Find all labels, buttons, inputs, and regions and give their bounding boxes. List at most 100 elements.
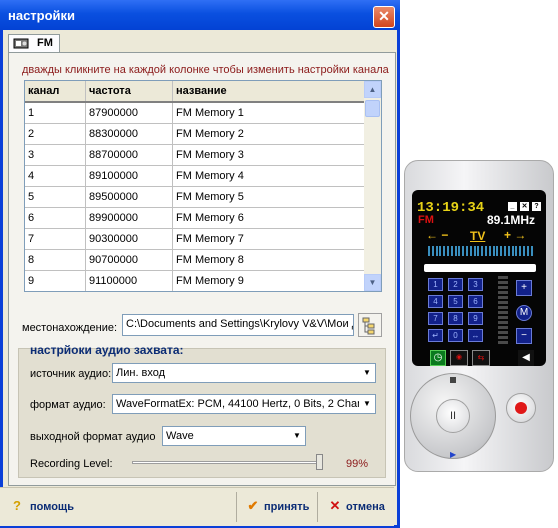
dropdown-arrow-icon[interactable]: ▼: [359, 395, 375, 413]
checkmark-icon: ✔: [247, 498, 259, 513]
cancel-button[interactable]: ✕ отмена: [318, 488, 394, 526]
dropdown-arrow-icon[interactable]: ▼: [289, 427, 305, 445]
table-cell[interactable]: 89900000: [85, 207, 173, 229]
table-cell[interactable]: FM Memory 8: [172, 249, 365, 271]
close-button[interactable]: ✕: [373, 6, 395, 28]
close-icon[interactable]: ✕: [520, 202, 529, 211]
location-field[interactable]: C:\Documents and Settings\Krylovy V&V\Мо…: [122, 314, 354, 336]
keypad-key[interactable]: 3: [468, 278, 483, 291]
column-header[interactable]: название: [172, 81, 365, 103]
table-cell[interactable]: FM Memory 6: [172, 207, 365, 229]
table-cell[interactable]: FM Memory 1: [172, 102, 365, 124]
keypad-key[interactable]: 6: [468, 295, 483, 308]
seek-down-button[interactable]: ← −: [426, 228, 448, 242]
table-row[interactable]: 6 89900000 FM Memory 6: [25, 207, 365, 229]
scroll-up-button[interactable]: ▲: [364, 81, 381, 98]
slider-thumb[interactable]: [316, 454, 324, 470]
window-title: настройки: [8, 8, 76, 23]
table-cell[interactable]: 6: [25, 207, 86, 229]
record-schedule-icon[interactable]: ◉: [450, 350, 468, 366]
table-cell[interactable]: FM Memory 2: [172, 123, 365, 145]
table-cell[interactable]: 5: [25, 186, 86, 208]
keypad-key[interactable]: 5: [448, 295, 463, 308]
table-row[interactable]: 9 91100000 FM Memory 9: [25, 270, 365, 291]
tuning-bar[interactable]: [424, 264, 536, 272]
scroll-down-button[interactable]: ▼: [364, 274, 381, 291]
table-scrollbar[interactable]: ▲ ▼: [364, 81, 381, 291]
keypad-key[interactable]: 0: [448, 329, 463, 342]
keypad-key[interactable]: 9: [468, 312, 483, 325]
source-label: источник аудио:: [30, 368, 112, 380]
keypad-key[interactable]: ↔: [468, 329, 483, 342]
table-cell[interactable]: 2: [25, 123, 86, 145]
tv-button[interactable]: TV: [470, 229, 485, 243]
table-cell[interactable]: FM Memory 7: [172, 228, 365, 250]
table-cell[interactable]: FM Memory 5: [172, 186, 365, 208]
keypad-key[interactable]: 7: [428, 312, 443, 325]
keypad-key[interactable]: 8: [448, 312, 463, 325]
dropdown-arrow-icon[interactable]: ▼: [359, 364, 375, 382]
help-button[interactable]: ? помощь: [0, 488, 90, 526]
meter-tick: [488, 246, 491, 256]
table-row[interactable]: 4 89100000 FM Memory 4: [25, 165, 365, 187]
table-row[interactable]: 5 89500000 FM Memory 5: [25, 186, 365, 208]
meter-tick: [530, 246, 533, 256]
table-row[interactable]: 7 90300000 FM Memory 7: [25, 228, 365, 250]
keypad-key[interactable]: 2: [448, 278, 463, 291]
table-cell[interactable]: 3: [25, 144, 86, 166]
table-cell[interactable]: 88300000: [85, 123, 173, 145]
table-cell[interactable]: 9: [25, 270, 86, 291]
column-header[interactable]: частота: [85, 81, 173, 103]
play-icon[interactable]: ▶: [450, 450, 456, 459]
volume-down-button[interactable]: −: [516, 328, 532, 344]
seek-up-button[interactable]: + →: [504, 228, 526, 242]
table-cell[interactable]: 7: [25, 228, 86, 250]
keypad-key[interactable]: 4: [428, 295, 443, 308]
accept-button[interactable]: ✔ принять: [238, 488, 316, 526]
table-cell[interactable]: 89100000: [85, 165, 173, 187]
memory-button[interactable]: M: [516, 305, 532, 321]
swap-icon[interactable]: ⇆: [472, 350, 490, 366]
output-format-select[interactable]: Wave ▼: [162, 426, 306, 446]
table-cell[interactable]: FM Memory 3: [172, 144, 365, 166]
table-cell[interactable]: 87900000: [85, 102, 173, 124]
table-cell[interactable]: FM Memory 4: [172, 165, 365, 187]
table-row[interactable]: 1 87900000 FM Memory 1: [25, 102, 365, 124]
scroll-thumb[interactable]: [365, 100, 380, 117]
volume-bar[interactable]: [498, 276, 508, 346]
meter-tick: [458, 246, 461, 256]
column-header[interactable]: канал: [25, 81, 86, 103]
table-cell[interactable]: 91100000: [85, 270, 173, 291]
channels-table[interactable]: канал частота название 1 87900000 FM Memor…: [24, 80, 382, 292]
help-icon[interactable]: ?: [532, 202, 541, 211]
browse-button[interactable]: [358, 313, 382, 337]
audio-source-select[interactable]: Лин. вход ▼: [112, 363, 376, 383]
title-bar[interactable]: настройки ✕: [0, 0, 400, 30]
recording-level-slider[interactable]: [132, 454, 324, 470]
stop-icon[interactable]: [450, 377, 456, 383]
clock-icon[interactable]: ◷: [430, 350, 446, 366]
volume-up-button[interactable]: +: [516, 280, 532, 296]
format-label: формат аудио:: [30, 399, 106, 411]
cross-icon: ✕: [329, 498, 341, 513]
tab-label: FM: [37, 37, 53, 49]
signal-meter: [424, 244, 536, 258]
table-cell[interactable]: 89500000: [85, 186, 173, 208]
minimize-icon[interactable]: _: [508, 202, 517, 211]
table-row[interactable]: 3 88700000 FM Memory 3: [25, 144, 365, 166]
table-row[interactable]: 2 88300000 FM Memory 2: [25, 123, 365, 145]
table-cell[interactable]: 8: [25, 249, 86, 271]
table-cell[interactable]: 90300000: [85, 228, 173, 250]
tab-fm[interactable]: FM: [8, 34, 60, 52]
keypad-key[interactable]: 1: [428, 278, 443, 291]
table-cell[interactable]: 4: [25, 165, 86, 187]
speaker-icon[interactable]: ◀: [518, 350, 534, 366]
pause-button[interactable]: II: [436, 399, 470, 433]
keypad-key[interactable]: ↵: [428, 329, 443, 342]
table-cell[interactable]: 88700000: [85, 144, 173, 166]
table-cell[interactable]: 1: [25, 102, 86, 124]
table-row[interactable]: 8 90700000 FM Memory 8: [25, 249, 365, 271]
table-cell[interactable]: FM Memory 9: [172, 270, 365, 291]
audio-format-select[interactable]: WaveFormatEx: PCM, 44100 Hertz, 0 Bits, …: [112, 394, 376, 414]
table-cell[interactable]: 90700000: [85, 249, 173, 271]
